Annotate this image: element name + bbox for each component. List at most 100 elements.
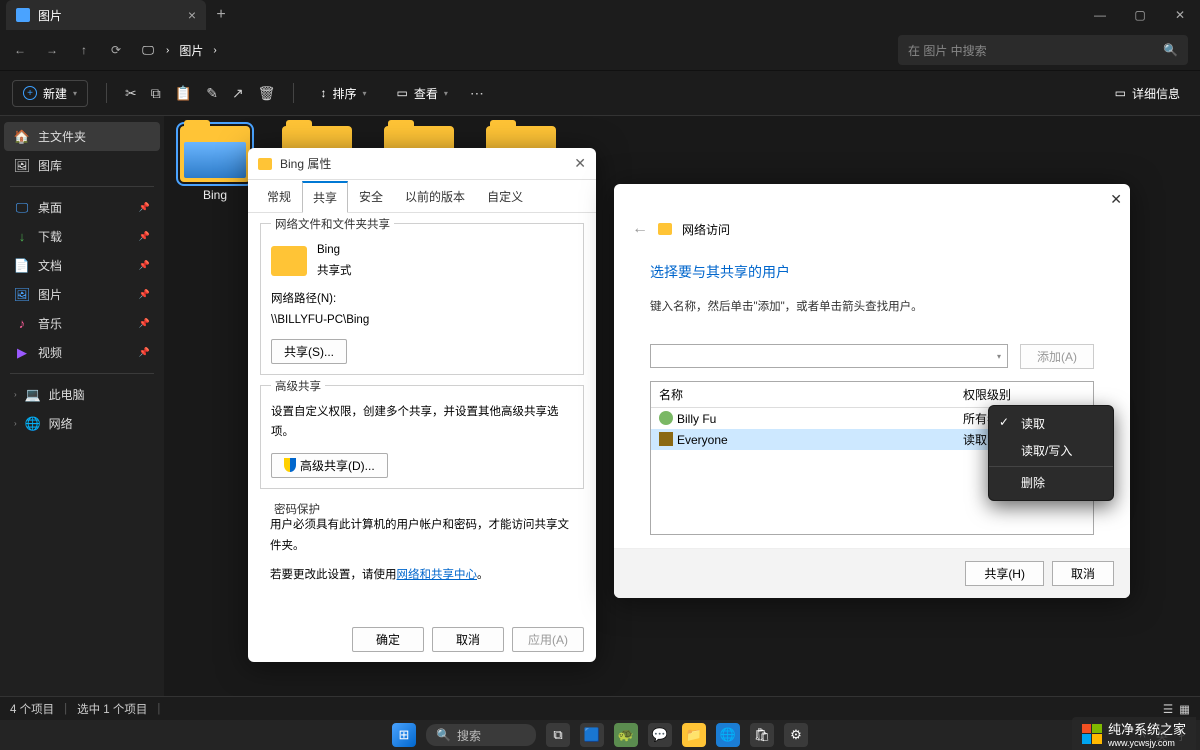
tab-security[interactable]: 安全 <box>348 181 394 213</box>
pin-icon: 📌 <box>139 231 150 242</box>
pin-icon: 📌 <box>139 260 150 271</box>
share-icon[interactable]: ↗ <box>232 85 244 102</box>
refresh-icon[interactable]: ⟳ <box>108 42 124 58</box>
details-button[interactable]: ▭ 详细信息 <box>1107 81 1188 106</box>
close-tab-icon[interactable]: × <box>188 7 196 23</box>
task-settings[interactable]: ⚙ <box>784 723 808 747</box>
close-icon[interactable]: ✕ <box>574 155 586 172</box>
taskbar: ⊞ 🔍搜索 ⧉ 🟦 🐢 💬 📁 🌐 🛍 ⚙ ˄ 英 扌 <box>0 720 1200 750</box>
folder-icon <box>180 126 250 182</box>
user-combobox[interactable]: ▾ <box>650 344 1008 368</box>
breadcrumb-pictures[interactable]: 图片 <box>179 42 203 59</box>
delete-icon[interactable]: 🗑 <box>258 85 276 102</box>
advanced-sharing-button[interactable]: 高级共享(D)... <box>271 453 388 478</box>
rename-icon[interactable]: ✎ <box>206 85 218 102</box>
more-icon[interactable]: ⋯ <box>470 85 484 102</box>
download-icon: ↓ <box>14 229 30 245</box>
tab-previous[interactable]: 以前的版本 <box>394 181 476 213</box>
new-tab-button[interactable]: + <box>206 6 236 24</box>
sidebar-item-videos[interactable]: ▶视频📌 <box>4 338 160 367</box>
chevron-down-icon: ▾ <box>73 89 77 98</box>
back-icon[interactable]: ← <box>632 220 648 238</box>
explorer-tab[interactable]: 图片 × <box>6 0 206 30</box>
sidebar-item-thispc[interactable]: ›💻此电脑 <box>4 380 160 409</box>
add-button[interactable]: 添加(A) <box>1020 344 1094 369</box>
minimize-button[interactable]: — <box>1080 0 1120 30</box>
search-input[interactable]: 在 图片 中搜索 🔍 <box>898 35 1188 65</box>
sidebar-item-documents[interactable]: 📄文档📌 <box>4 251 160 280</box>
new-button[interactable]: + 新建 ▾ <box>12 80 88 107</box>
properties-dialog: Bing 属性 ✕ 常规 共享 安全 以前的版本 自定义 网络文件和文件夹共享 … <box>248 148 596 662</box>
tab-customize[interactable]: 自定义 <box>476 181 534 213</box>
back-icon[interactable]: ← <box>12 42 28 58</box>
sidebar-item-downloads[interactable]: ↓下载📌 <box>4 222 160 251</box>
chevron-right-icon: › <box>14 390 17 399</box>
home-icon: 🏠 <box>14 129 30 145</box>
menu-item-read[interactable]: 读取 <box>989 410 1113 437</box>
sidebar-item-gallery[interactable]: 🖼图库 <box>4 151 160 180</box>
paste-icon[interactable]: 📋 <box>175 85 192 102</box>
maximize-button[interactable]: ▢ <box>1120 0 1160 30</box>
task-app-icon[interactable]: 🐢 <box>614 723 638 747</box>
pictures-icon: 🖼 <box>14 287 30 303</box>
sidebar-item-home[interactable]: 🏠主文件夹 <box>4 122 160 151</box>
column-name[interactable]: 名称 <box>651 382 955 407</box>
folder-name: Bing <box>317 240 352 261</box>
folder-bing[interactable]: Bing <box>174 126 256 202</box>
task-store[interactable]: 🛍 <box>750 723 774 747</box>
chevron-right-icon: › <box>213 45 216 56</box>
group-icon <box>659 432 673 446</box>
sort-button[interactable]: ↕ 排序 ▾ <box>312 81 374 106</box>
network-sharing-section: 网络文件和文件夹共享 Bing 共享式 网络路径(N): \\BILLYFU-P… <box>260 223 584 375</box>
task-edge[interactable]: 🌐 <box>716 723 740 747</box>
cancel-button[interactable]: 取消 <box>1052 561 1114 586</box>
grid-view-icon[interactable]: ▦ <box>1179 702 1190 716</box>
cut-icon[interactable]: ✂ <box>125 85 137 102</box>
chevron-down-icon: ▾ <box>997 352 1001 361</box>
dialog-subtext: 键入名称，然后单击"添加"，或者单击箭头查找用户。 <box>650 298 1094 314</box>
sidebar-item-network[interactable]: ›🌐网络 <box>4 409 160 438</box>
task-explorer[interactable]: 📁 <box>682 723 706 747</box>
pin-icon: 📌 <box>139 289 150 300</box>
sidebar-item-desktop[interactable]: 🖵桌面📌 <box>4 193 160 222</box>
close-window-button[interactable]: ✕ <box>1160 0 1200 30</box>
chevron-right-icon: › <box>14 419 17 428</box>
cancel-button[interactable]: 取消 <box>432 627 504 652</box>
breadcrumb[interactable]: 🖵 › 图片 › <box>140 42 882 59</box>
sidebar: 🏠主文件夹 🖼图库 🖵桌面📌 ↓下载📌 📄文档📌 🖼图片📌 ♪音乐📌 ▶视频📌 … <box>0 116 164 720</box>
task-virtual-desktops[interactable]: ⧉ <box>546 723 570 747</box>
tab-sharing[interactable]: 共享 <box>302 181 348 213</box>
sort-icon: ↕ <box>320 86 326 100</box>
taskbar-search[interactable]: 🔍搜索 <box>426 724 536 746</box>
monitor-icon: 🖵 <box>140 42 156 58</box>
up-icon[interactable]: ↑ <box>76 42 92 58</box>
task-widget[interactable]: 🟦 <box>580 723 604 747</box>
gallery-icon: 🖼 <box>14 158 30 174</box>
ok-button[interactable]: 确定 <box>352 627 424 652</box>
pictures-icon <box>16 8 30 22</box>
separator <box>293 83 294 103</box>
task-chat[interactable]: 💬 <box>648 723 672 747</box>
music-icon: ♪ <box>14 316 30 332</box>
search-icon[interactable]: 🔍 <box>1163 43 1178 57</box>
start-button[interactable]: ⊞ <box>392 723 416 747</box>
column-permission[interactable]: 权限级别 <box>955 382 1093 407</box>
sidebar-item-music[interactable]: ♪音乐📌 <box>4 309 160 338</box>
pin-icon: 📌 <box>139 318 150 329</box>
network-center-link[interactable]: 网络和共享中心 <box>397 569 478 581</box>
list-view-icon[interactable]: ☰ <box>1163 702 1173 716</box>
view-button[interactable]: ▭ 查看 ▾ <box>388 81 455 106</box>
sidebar-item-pictures[interactable]: 🖼图片📌 <box>4 280 160 309</box>
menu-item-readwrite[interactable]: 读取/写入 <box>989 437 1113 464</box>
permission-context-menu: 读取 读取/写入 删除 <box>988 405 1114 501</box>
tab-general[interactable]: 常规 <box>256 181 302 213</box>
share-button[interactable]: 共享(H) <box>965 561 1044 586</box>
close-icon[interactable]: ✕ <box>1110 191 1122 208</box>
search-placeholder: 在 图片 中搜索 <box>908 42 987 59</box>
share-button[interactable]: 共享(S)... <box>271 339 347 364</box>
apply-button[interactable]: 应用(A) <box>512 627 584 652</box>
menu-item-remove[interactable]: 删除 <box>989 466 1113 496</box>
copy-icon[interactable]: ⧉ <box>151 85 161 102</box>
selection-count: 选中 1 个项目 <box>77 701 147 717</box>
forward-icon[interactable]: → <box>44 42 60 58</box>
